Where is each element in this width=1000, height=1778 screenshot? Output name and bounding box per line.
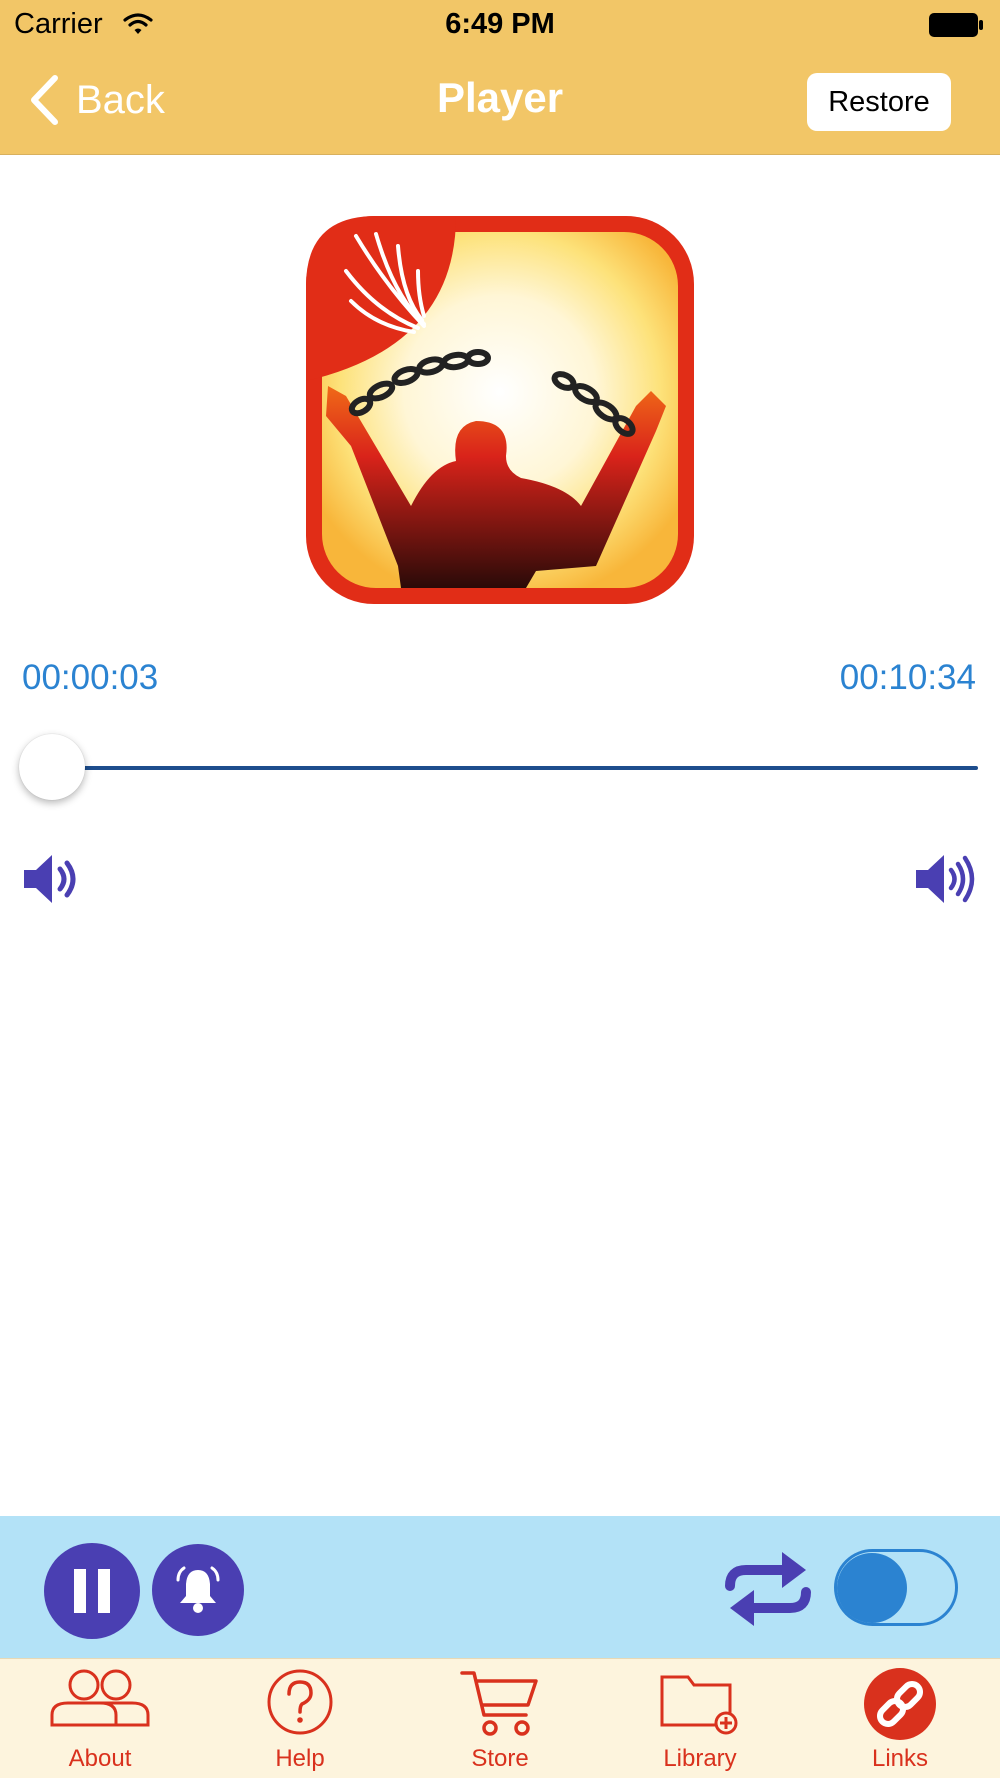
tab-label-about: About (68, 1745, 132, 1772)
alarm-button[interactable] (152, 1544, 244, 1636)
pause-icon (74, 1569, 110, 1613)
volume-high-icon[interactable] (914, 852, 980, 906)
repeat-toggle[interactable] (834, 1549, 958, 1626)
navigation-bar: Carrier 6:49 PM Back Player Restore (0, 0, 1000, 155)
question-icon (267, 1669, 333, 1735)
elapsed-time: 00:00:03 (22, 658, 159, 697)
tab-links[interactable]: Links (800, 1659, 1000, 1778)
tab-label-library: Library (663, 1745, 737, 1772)
pause-button[interactable] (44, 1543, 140, 1639)
users-icon (50, 1669, 150, 1727)
total-time: 00:10:34 (839, 658, 976, 697)
playback-controls (0, 1516, 1000, 1658)
album-artwork (306, 216, 694, 604)
slider-track (22, 766, 978, 770)
progress-slider[interactable] (19, 730, 978, 804)
volume-low-icon[interactable] (22, 852, 82, 906)
status-bar: Carrier 6:49 PM (0, 0, 1000, 50)
tab-library[interactable]: Library (600, 1659, 800, 1778)
bell-icon (176, 1566, 220, 1613)
status-time: 6:49 PM (445, 8, 555, 40)
tab-label-help: Help (275, 1745, 325, 1772)
tab-bar: About Help Store Library Links (0, 1658, 1000, 1778)
slider-thumb[interactable] (19, 734, 85, 800)
tab-store[interactable]: Store (400, 1659, 600, 1778)
folder-add-icon (660, 1675, 738, 1735)
toggle-knob (837, 1553, 907, 1623)
restore-button[interactable]: Restore (807, 73, 951, 131)
tab-label-links: Links (871, 1745, 929, 1772)
battery-icon (929, 13, 983, 37)
tab-help[interactable]: Help (200, 1659, 400, 1778)
tab-label-store: Store (471, 1745, 529, 1772)
link-icon (864, 1668, 936, 1740)
cart-icon (460, 1671, 538, 1736)
repeat-icon[interactable] (718, 1546, 818, 1632)
tab-about[interactable]: About (0, 1659, 200, 1778)
